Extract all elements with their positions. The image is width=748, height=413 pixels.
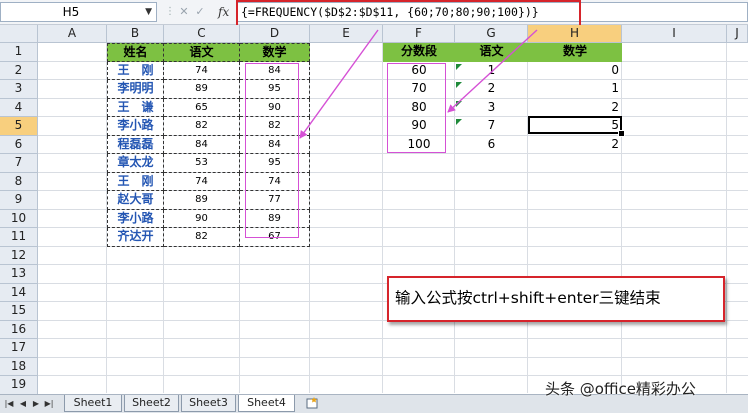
tab-sheet2[interactable]: Sheet2 <box>124 395 179 412</box>
prev-sheet-icon[interactable]: ◀ <box>17 397 29 411</box>
instruction-callout: 输入公式按ctrl+shift+enter三键结束 <box>387 276 725 322</box>
next-sheet-icon[interactable]: ▶ <box>30 397 42 411</box>
watermark: 头条 @office精彩办公 <box>545 380 696 398</box>
insert-sheet-icon[interactable] <box>306 397 320 409</box>
first-sheet-icon[interactable]: |◀ <box>3 397 15 411</box>
arrow-to-bins-array <box>447 29 538 113</box>
tab-sheet4[interactable]: Sheet4 <box>238 395 295 412</box>
last-sheet-icon[interactable]: ▶| <box>43 397 55 411</box>
spreadsheet-window: H5 ▼ ⋮ ✕ ✓ fx {=FREQUENCY($D$2:$D$11, {6… <box>0 0 748 413</box>
arrow-to-data-array <box>299 29 379 139</box>
annotation-arrows <box>299 29 538 139</box>
tab-sheet1[interactable]: Sheet1 <box>64 395 122 412</box>
tab-sheet3[interactable]: Sheet3 <box>181 395 236 412</box>
